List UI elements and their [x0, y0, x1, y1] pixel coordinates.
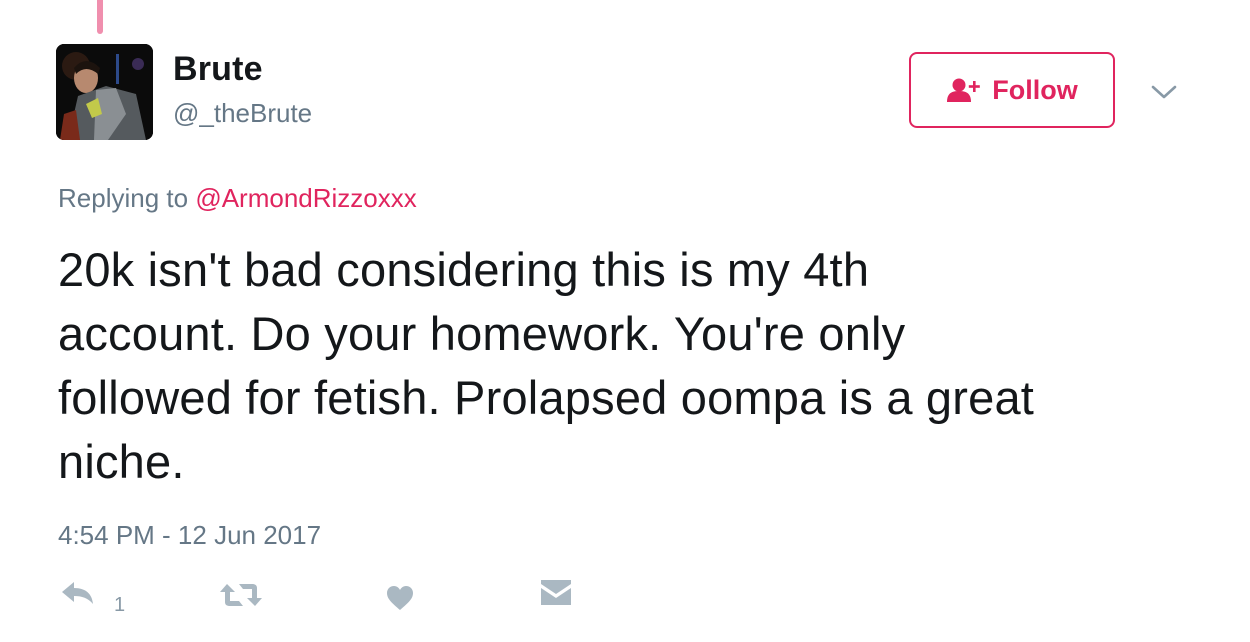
thread-connector-line — [97, 0, 103, 34]
tweet-text-line: account. Do your homework. You're only — [58, 307, 906, 360]
envelope-icon[interactable] — [540, 579, 572, 607]
tweet-text: 20k isn't bad considering this is my 4th… — [58, 238, 1198, 494]
heart-icon[interactable] — [386, 585, 414, 611]
tweet-text-line: 20k isn't bad considering this is my 4th — [58, 243, 870, 296]
reply-mention-link[interactable]: @ArmondRizzoxxx — [195, 183, 416, 213]
reply-context-prefix: Replying to — [58, 183, 189, 213]
tweet-timestamp[interactable]: 4:54 PM - 12 Jun 2017 — [58, 520, 321, 551]
reply-context: Replying to @ArmondRizzoxxx — [58, 183, 417, 214]
add-user-icon — [946, 77, 982, 103]
author-handle[interactable]: @_theBrute — [173, 98, 312, 129]
follow-button-label: Follow — [992, 74, 1078, 105]
chevron-down-icon[interactable] — [1150, 82, 1178, 102]
tweet-text-line: followed for fetish. Prolapsed oompa is … — [58, 371, 1035, 424]
reply-icon[interactable] — [60, 580, 96, 606]
reply-count: 1 — [114, 594, 126, 616]
profile-photo — [56, 44, 153, 140]
avatar[interactable] — [56, 44, 153, 140]
author-display-name[interactable]: Brute — [173, 50, 263, 89]
tweet-text-line: niche. — [58, 435, 185, 488]
follow-button[interactable]: Follow — [909, 52, 1115, 128]
retweet-icon[interactable] — [219, 582, 263, 608]
